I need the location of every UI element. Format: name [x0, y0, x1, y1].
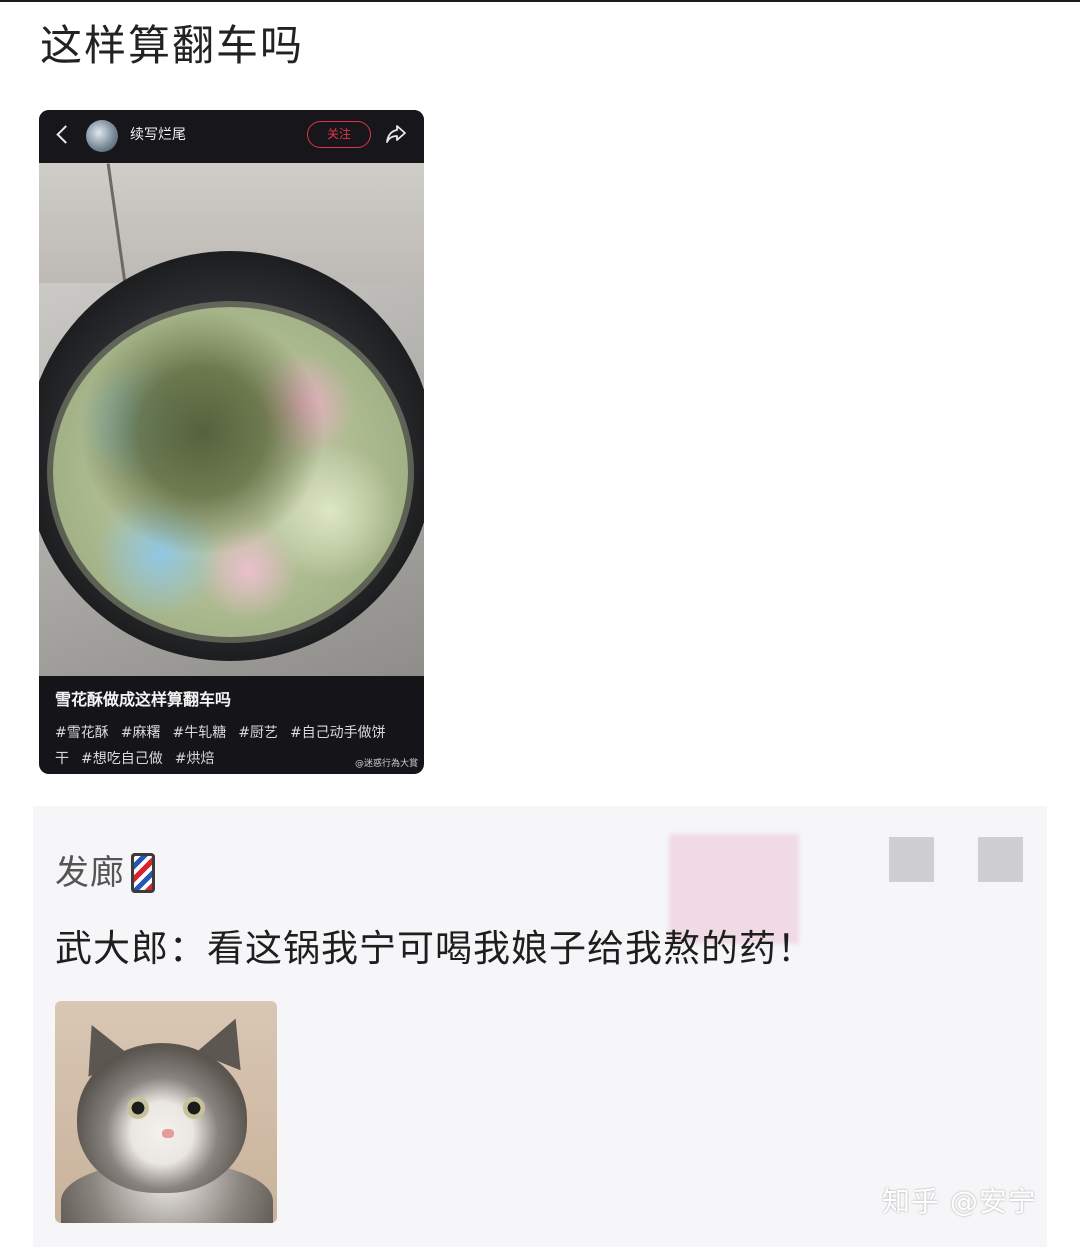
top-border [0, 0, 1080, 2]
pixelated-area [978, 837, 1023, 882]
embedded-post-screenshot: 续写烂尾 关注 雪花酥做成这样算翻车吗 #雪花酥 #麻糬 #牛轧糖 #厨艺 #自己动手做… [39, 110, 424, 774]
post-title: 这样算翻车吗 [40, 21, 305, 70]
screenshot-header: 续写烂尾 关注 [39, 110, 424, 163]
tag: 干 [55, 751, 69, 767]
cat-eye [183, 1097, 205, 1119]
comment-card: 发廊 武大郎：看这锅我宁可喝我娘子给我熬的药！ [33, 806, 1047, 1247]
pixelated-area [889, 837, 934, 882]
weibo-watermark: @迷惑行為大賞 [354, 759, 418, 769]
tag: #想吃自己做 [81, 751, 163, 767]
cat-nose [162, 1129, 174, 1138]
sad-cat-image[interactable] [55, 1001, 277, 1223]
dessert-pan-photo [39, 163, 424, 676]
back-arrow-icon [56, 125, 75, 144]
username: 续写烂尾 [130, 127, 186, 143]
barber-pole-icon [131, 853, 155, 893]
comment-author[interactable]: 发廊 [55, 850, 125, 896]
tag: #自己动手做饼 [289, 725, 386, 741]
melted-dessert [53, 307, 408, 637]
cat-head [77, 1043, 247, 1193]
tag: #麻糬 [120, 725, 161, 741]
tag: #烘焙 [174, 751, 215, 767]
tag: #厨艺 [238, 725, 278, 741]
zhihu-watermark: 知乎 @安宁 [882, 1185, 1037, 1218]
avatar [86, 120, 118, 152]
share-icon [386, 125, 406, 143]
comment-text: 武大郎：看这锅我宁可喝我娘子给我熬的药！ [55, 927, 815, 970]
cat-eye [127, 1097, 149, 1119]
follow-button: 关注 [307, 121, 371, 148]
tag: #雪花酥 [55, 725, 109, 741]
tag: #牛轧糖 [172, 725, 227, 741]
caption-title: 雪花酥做成这样算翻车吗 [55, 690, 232, 709]
